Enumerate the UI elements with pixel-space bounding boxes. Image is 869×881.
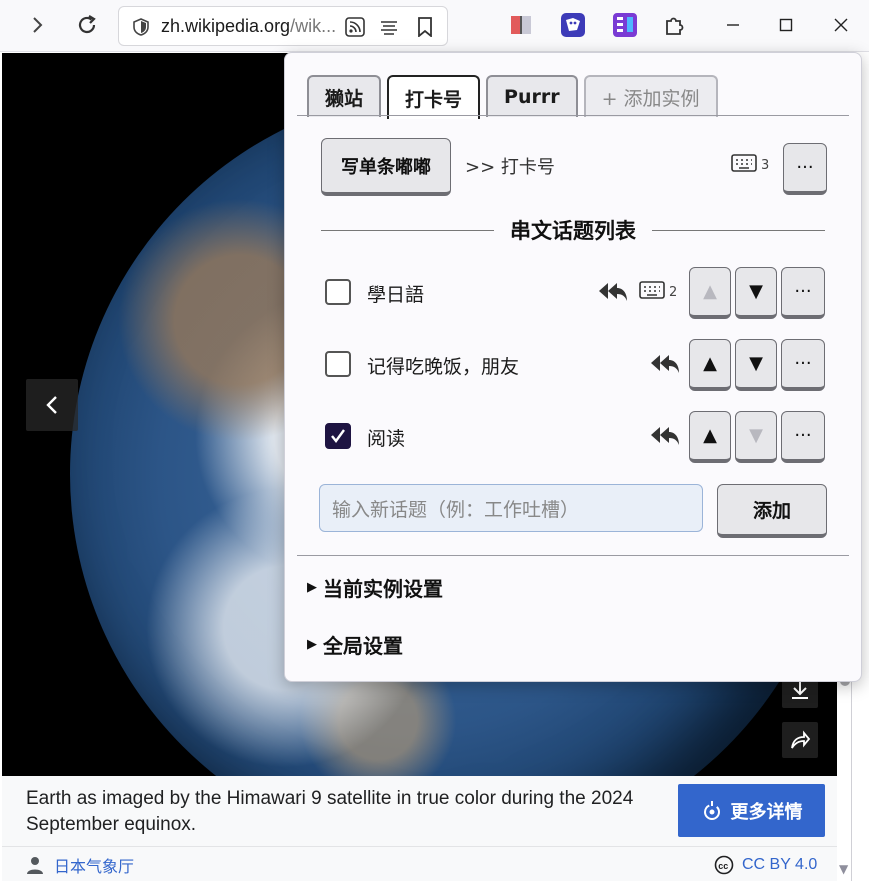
reply-all-icon[interactable]	[597, 279, 629, 305]
author-link[interactable]: 日本气象厅	[26, 853, 134, 877]
caption-area: Earth as imaged by the Himawari 9 satell…	[2, 776, 837, 846]
maximize-button[interactable]	[771, 10, 801, 40]
topic-more-button[interactable]: ···	[781, 411, 825, 463]
disclosure-triangle-icon: ▶	[307, 580, 317, 595]
more-details-label: 更多详情	[730, 801, 803, 823]
keyboard-icon	[639, 281, 665, 299]
maximize-icon	[779, 18, 793, 32]
current-instance-settings-toggle[interactable]: ▶ 当前实例设置	[307, 573, 443, 602]
topic-row: 记得吃晚饭，朋友 ▲ ▼ ···	[321, 339, 827, 391]
reader-view-icon[interactable]	[377, 15, 401, 39]
columns-extension-icon[interactable]	[610, 10, 640, 40]
topic-label: 记得吃晚饭，朋友	[367, 356, 520, 378]
settings-divider	[297, 555, 849, 556]
write-single-toot-button[interactable]: 写单条嘟嘟	[321, 138, 451, 196]
share-button[interactable]	[782, 722, 818, 758]
svg-text:cc: cc	[718, 861, 728, 871]
shield-icon[interactable]	[129, 15, 153, 39]
topic-row: 阅读 ▲ ▼ ···	[321, 411, 827, 463]
chevron-right-icon	[33, 17, 43, 33]
user-icon	[27, 857, 43, 874]
tab-tazhan[interactable]: 獭站	[307, 75, 382, 117]
topic-shortcut-count: 2	[669, 285, 678, 300]
close-window-button[interactable]	[826, 10, 856, 40]
tab-purrr[interactable]: Purrr	[486, 75, 578, 117]
topic-label: 阅读	[367, 428, 406, 450]
topic-list-title: 串文话题列表	[510, 219, 636, 243]
move-up-button[interactable]: ▲	[689, 267, 731, 319]
address-bar[interactable]: zh.wikipedia.org/wik...	[118, 6, 448, 46]
topic-checkbox[interactable]	[325, 279, 351, 305]
otter-extension-icon[interactable]	[558, 10, 588, 40]
keyboard-icon	[731, 154, 757, 172]
minimize-icon	[727, 24, 739, 26]
topic-more-button[interactable]: ···	[781, 339, 825, 391]
topic-checkbox-checked[interactable]	[325, 423, 351, 449]
checkmark-icon	[331, 429, 345, 443]
download-icon	[792, 681, 808, 699]
url-text: zh.wikipedia.org/wik...	[161, 16, 337, 36]
license-text: CC BY 4.0	[742, 856, 818, 873]
reload-button[interactable]	[70, 8, 104, 42]
disclosure-triangle-icon: ▶	[307, 637, 317, 652]
cc-icon: cc	[714, 855, 734, 875]
bookmark-icon[interactable]	[413, 15, 437, 39]
new-topic-input[interactable]: 输入新话题（例：工作吐槽）	[319, 484, 703, 532]
reply-all-icon[interactable]	[649, 423, 681, 449]
chevron-left-icon	[46, 396, 57, 414]
move-down-button[interactable]: ▼	[735, 411, 777, 463]
move-up-button[interactable]: ▲	[689, 339, 731, 391]
tab-dakahao[interactable]: 打卡号	[387, 75, 481, 119]
global-settings-toggle[interactable]: ▶ 全局设置	[307, 630, 403, 659]
reload-icon	[78, 15, 96, 34]
author-name: 日本气象厅	[54, 857, 135, 876]
tab-add-instance[interactable]: + 添加实例	[583, 75, 718, 117]
book-extension-icon[interactable]	[506, 10, 536, 40]
move-up-button[interactable]: ▲	[689, 411, 731, 463]
minimize-button[interactable]	[718, 10, 748, 40]
title-line-right	[652, 229, 825, 231]
commons-icon	[703, 800, 720, 820]
topic-more-button[interactable]: ···	[781, 267, 825, 319]
global-settings-label: 全局设置	[323, 634, 403, 658]
share-icon	[791, 730, 811, 749]
close-icon	[834, 18, 848, 32]
extension-popup: 獭站 打卡号 Purrr + 添加实例 写单条嘟嘟 >> 打卡号 3 ··· 串…	[284, 52, 862, 682]
license-link[interactable]: cc CC BY 4.0	[714, 855, 817, 875]
more-details-button[interactable]: 更多详情	[678, 784, 825, 837]
tabs-divider	[297, 115, 849, 116]
reply-all-icon[interactable]	[649, 351, 681, 377]
write-shortcut-count: 3	[761, 158, 770, 173]
write-shortcut-indicator: 3	[731, 153, 769, 173]
move-down-button[interactable]: ▼	[735, 267, 777, 319]
topic-label: 學日語	[367, 284, 425, 306]
topic-checkbox[interactable]	[325, 351, 351, 377]
current-instance-settings-label: 当前实例设置	[323, 577, 443, 601]
image-caption: Earth as imaged by the Himawari 9 satell…	[26, 788, 634, 835]
forward-button[interactable]	[20, 8, 54, 42]
move-down-button[interactable]: ▼	[735, 339, 777, 391]
write-more-button[interactable]: ···	[783, 143, 827, 195]
puzzle-extensions-icon[interactable]	[660, 10, 690, 40]
rss-icon[interactable]	[343, 15, 367, 39]
credit-bar: 日本气象厅 cc CC BY 4.0	[2, 846, 837, 881]
add-topic-button[interactable]: 添加	[717, 484, 827, 538]
scroll-down-arrow[interactable]: ▼	[839, 862, 848, 876]
section-title: 串文话题列表	[321, 215, 825, 245]
topic-shortcut-indicator: 2	[639, 280, 677, 300]
browser-toolbar: zh.wikipedia.org/wik...	[0, 0, 869, 52]
title-line-left	[321, 229, 494, 231]
breadcrumb: >> 打卡号	[465, 157, 555, 178]
instance-tabs: 獭站 打卡号 Purrr + 添加实例	[307, 75, 718, 119]
topic-row: 學日語 2 ▲ ▼ ···	[321, 267, 827, 319]
previous-image-button[interactable]	[26, 379, 78, 431]
